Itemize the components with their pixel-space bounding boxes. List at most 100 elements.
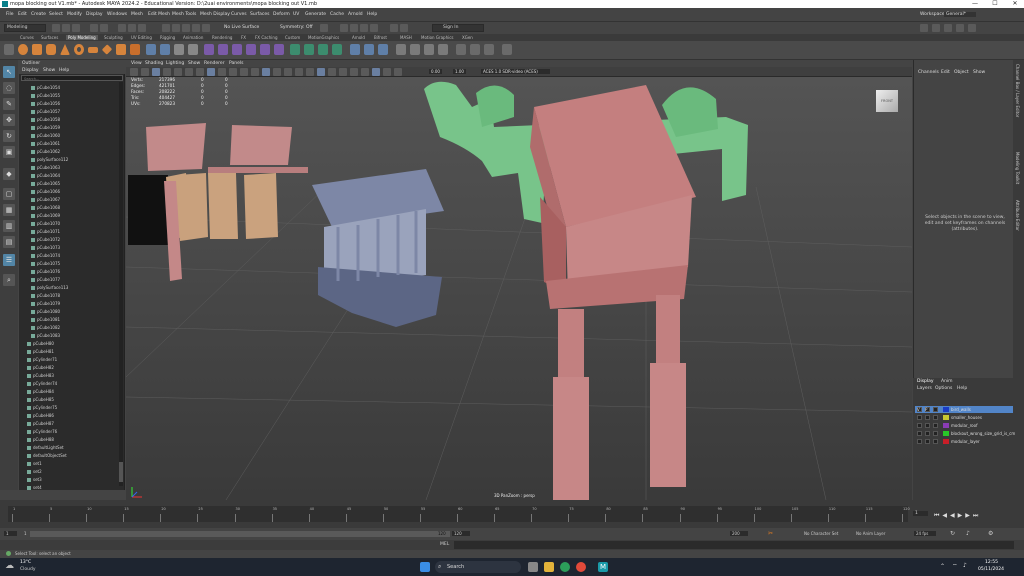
- select-hierarchy-icon[interactable]: [118, 24, 126, 32]
- outliner-item[interactable]: pCube1060: [31, 132, 60, 140]
- outliner-item[interactable]: pCube1072: [31, 236, 60, 244]
- poly-plane-icon[interactable]: [88, 47, 98, 53]
- toggle-tool-settings-icon[interactable]: [956, 24, 964, 32]
- select-camera-icon[interactable]: [130, 68, 138, 76]
- outliner-item[interactable]: pCube1056: [31, 100, 60, 108]
- menu-surfaces[interactable]: Surfaces: [250, 12, 270, 17]
- shelf-tab-rendering[interactable]: Rendering: [212, 35, 232, 40]
- cloud-icon[interactable]: ☁: [5, 561, 14, 571]
- textured-icon[interactable]: [273, 68, 281, 76]
- windows-start-icon[interactable]: [420, 562, 430, 572]
- arnold-render-icon[interactable]: [390, 24, 398, 32]
- layer-reference-toggle[interactable]: [933, 415, 938, 420]
- gate-mask-icon[interactable]: [207, 68, 215, 76]
- grid-toggle-icon[interactable]: [174, 68, 182, 76]
- shelf-options-icon[interactable]: [4, 44, 14, 55]
- outliner-item[interactable]: set4: [27, 484, 42, 492]
- menu-arnold[interactable]: Arnold: [348, 12, 363, 17]
- taskbar-search[interactable]: ⌕ Search: [435, 561, 521, 573]
- shelf-tab-xgen[interactable]: XGen: [462, 35, 473, 40]
- hud-toggle-icon[interactable]: [394, 68, 402, 76]
- file-explorer-icon[interactable]: [544, 562, 554, 572]
- outliner-item[interactable]: pCube1083: [31, 332, 60, 340]
- layer-row[interactable]: smaller_houses: [915, 414, 1013, 421]
- outliner-item[interactable]: pCylinder71: [27, 356, 57, 364]
- layer-playback-toggle[interactable]: [925, 431, 930, 436]
- save-scene-icon[interactable]: [72, 24, 80, 32]
- menu-create[interactable]: Create: [31, 12, 46, 17]
- shelf-tab-mash[interactable]: MASH: [400, 35, 412, 40]
- four-view-icon[interactable]: ▦: [3, 204, 15, 216]
- layer-tab-anim[interactable]: Anim: [941, 379, 953, 384]
- layer-color-swatch[interactable]: [943, 431, 949, 436]
- clock-date[interactable]: 05/11/2024: [978, 567, 1004, 572]
- shelf-tab-poly-modeling[interactable]: Poly Modeling: [66, 35, 98, 40]
- outliner-item[interactable]: set1: [27, 460, 42, 468]
- outliner-item[interactable]: pCube1061: [31, 140, 60, 148]
- anim-prefs-icon[interactable]: ⚙: [988, 530, 993, 537]
- outliner-item[interactable]: pCube1073: [31, 244, 60, 252]
- xray-toggle-icon[interactable]: [361, 68, 369, 76]
- outliner-item[interactable]: pCubeH81: [27, 348, 54, 356]
- layer-menu-help[interactable]: Help: [957, 386, 967, 391]
- loop-icon[interactable]: ↻: [950, 530, 955, 537]
- field-chart-icon[interactable]: [218, 68, 226, 76]
- shelf-tab-motiongraphics[interactable]: MotionGraphics: [308, 35, 339, 40]
- outliner-scrollbar[interactable]: [119, 82, 123, 486]
- outliner-item[interactable]: pCube1076: [31, 268, 60, 276]
- toggle-channel-box-icon[interactable]: [968, 24, 976, 32]
- outliner-item[interactable]: pCube1082: [31, 324, 60, 332]
- range-end-field[interactable]: 120: [452, 531, 470, 536]
- layer-playback-toggle[interactable]: [925, 439, 930, 444]
- outliner-item[interactable]: defaultLightSet: [27, 444, 64, 452]
- vp-menu-renderer[interactable]: Renderer: [204, 61, 225, 66]
- shelf-tab-motion-graphics[interactable]: Motion Graphics: [421, 35, 454, 40]
- layer-playback-toggle[interactable]: [925, 415, 930, 420]
- construction-history-icon[interactable]: [320, 24, 328, 32]
- move-tool-icon[interactable]: ✥: [3, 114, 15, 126]
- cb-menu-edit[interactable]: Edit: [941, 70, 950, 75]
- layer-visibility-toggle[interactable]: [917, 431, 922, 436]
- layer-color-swatch[interactable]: [943, 407, 949, 412]
- select-component-icon[interactable]: [138, 24, 146, 32]
- range-start-field[interactable]: 1: [4, 531, 17, 536]
- playback-controls[interactable]: ⏮◀◀▶▶⏭: [934, 512, 981, 520]
- outliner-toggle-icon[interactable]: ☰: [3, 254, 15, 266]
- redo-icon[interactable]: [100, 24, 108, 32]
- layer-visibility-toggle[interactable]: [917, 439, 922, 444]
- persp-outliner-icon[interactable]: ▥: [3, 220, 15, 232]
- poly-disc-icon[interactable]: [101, 44, 113, 55]
- menu-windows[interactable]: Windows: [107, 12, 127, 17]
- time-slider[interactable]: 1 5 10 15 20 25 30 35 40 45 50 55 60 65 70 75 80 85 90 95 10…: [0, 500, 1024, 528]
- outliner-item[interactable]: pCube1066: [31, 188, 60, 196]
- menu-mesh-tools[interactable]: Mesh Tools: [172, 12, 196, 17]
- sign-in-button[interactable]: Sign In: [432, 24, 484, 32]
- menu-file[interactable]: File: [6, 12, 14, 17]
- arnold-ipr-icon[interactable]: [400, 24, 408, 32]
- shelf-tab-custom[interactable]: Custom: [285, 35, 300, 40]
- menu-cache[interactable]: Cache: [330, 12, 344, 17]
- outliner-item[interactable]: pCubeH83: [27, 372, 54, 380]
- range-start-inner-field[interactable]: 1: [22, 531, 29, 536]
- fps-select[interactable]: 24 fps: [914, 531, 937, 536]
- snap-point-icon[interactable]: [182, 24, 190, 32]
- minimize-button[interactable]: —: [968, 0, 982, 8]
- menu-display[interactable]: Display: [86, 12, 103, 17]
- character-set-select[interactable]: No Character Set: [804, 531, 838, 536]
- menu-modify[interactable]: Modify: [67, 12, 82, 17]
- open-scene-icon[interactable]: [62, 24, 70, 32]
- outliner-scroll-thumb[interactable]: [119, 462, 123, 482]
- outliner-item[interactable]: pCube1078: [31, 292, 60, 300]
- poly-sphere-icon[interactable]: [18, 44, 28, 55]
- shelf-tab-rigging[interactable]: Rigging: [160, 35, 175, 40]
- menu-select[interactable]: Select: [49, 12, 63, 17]
- wireframe-icon[interactable]: [502, 44, 512, 55]
- tab-attribute-editor[interactable]: Attribute Editor: [1015, 200, 1020, 231]
- shadows-icon[interactable]: [295, 68, 303, 76]
- shelf-tab-sculpting[interactable]: Sculpting: [104, 35, 123, 40]
- outliner-item[interactable]: polySurface112: [31, 156, 68, 164]
- rotate-tool-icon[interactable]: ↻: [3, 130, 15, 142]
- image-plane-icon[interactable]: [163, 68, 171, 76]
- menu-deform[interactable]: Deform: [273, 12, 290, 17]
- vp-menu-panels[interactable]: Panels: [229, 61, 243, 66]
